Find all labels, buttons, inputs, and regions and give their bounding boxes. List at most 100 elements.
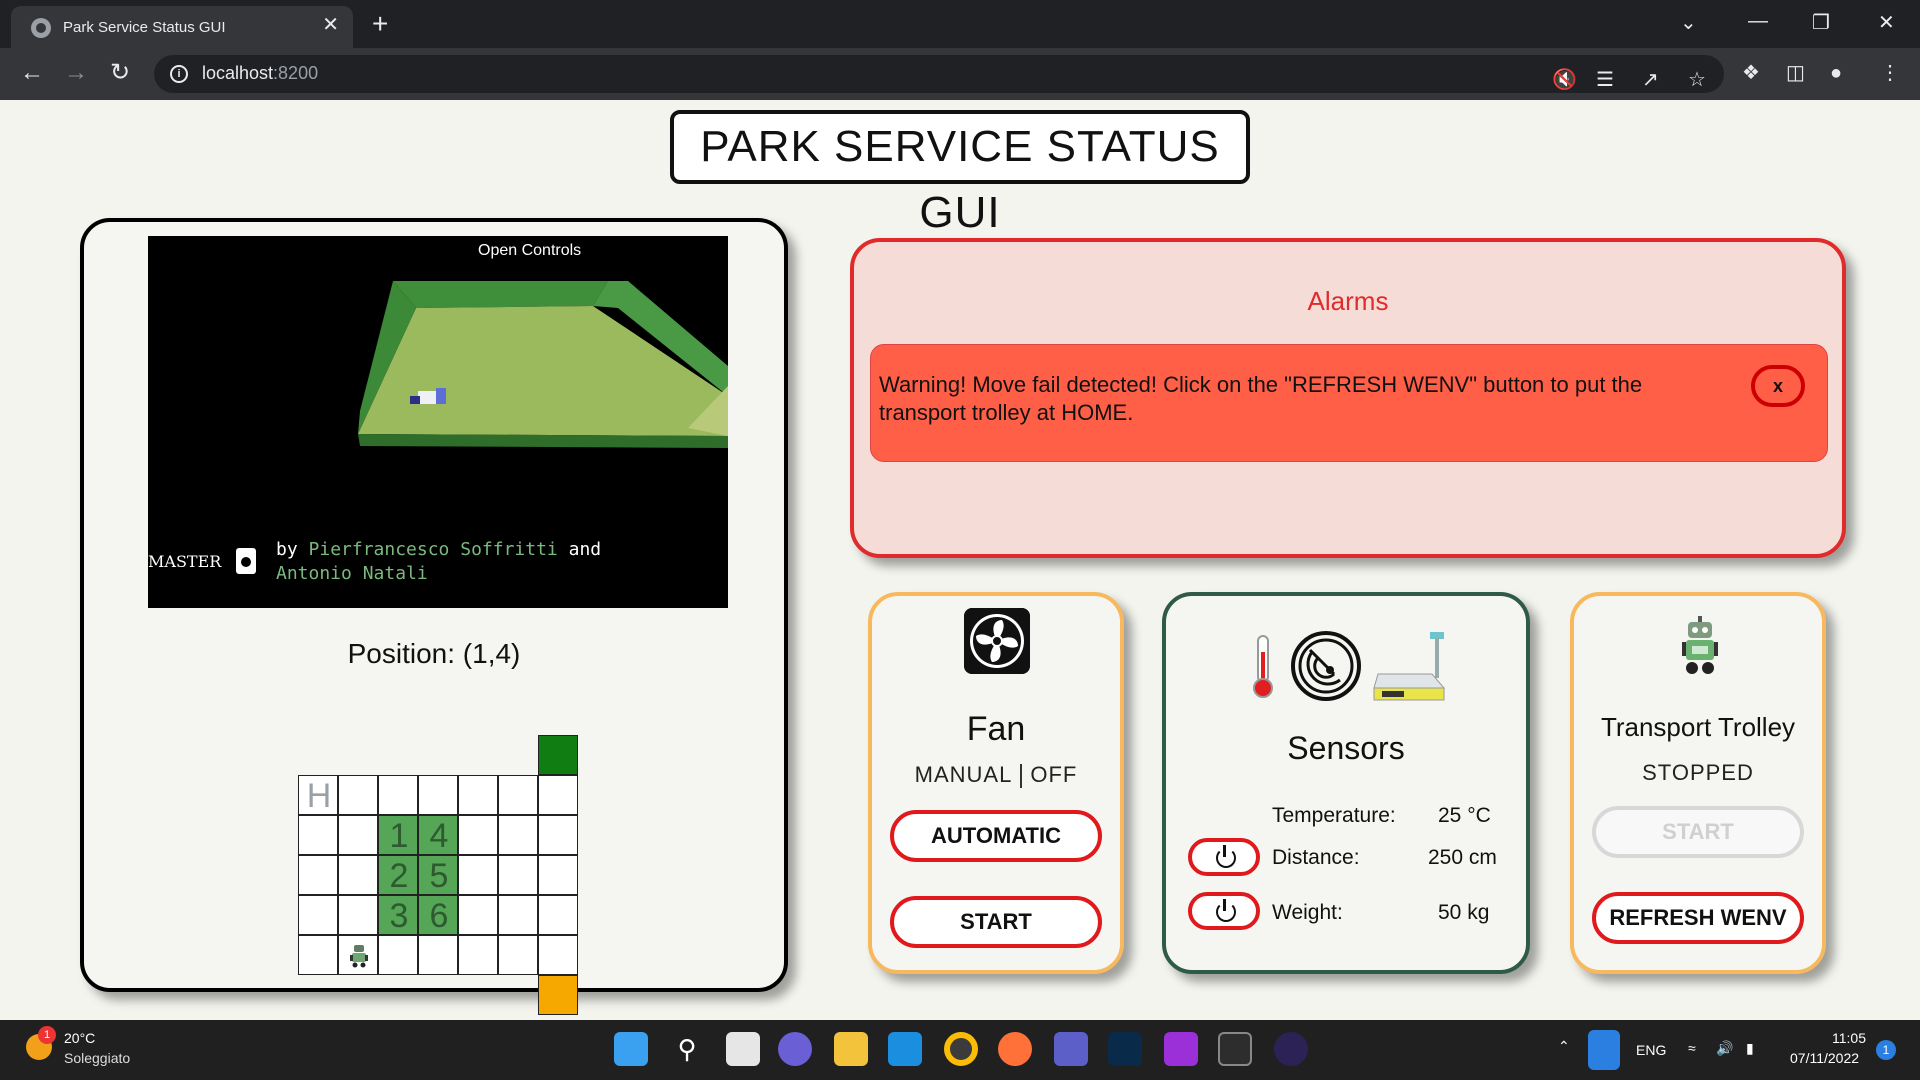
weather-description[interactable]: Soleggiato [64, 1050, 130, 1066]
bookmark-star-icon[interactable]: ☆ [1688, 69, 1706, 91]
map-cell [298, 895, 338, 935]
site-info-icon[interactable]: i [170, 65, 188, 83]
parking-slot-cell: 3 [378, 895, 418, 935]
start-menu-icon[interactable] [614, 1032, 648, 1066]
volume-icon[interactable]: 🔊 [1716, 1040, 1733, 1057]
forward-icon[interactable]: → [64, 60, 88, 86]
map-cell [458, 775, 498, 815]
minimize-button[interactable]: — [1748, 10, 1768, 33]
battery-icon[interactable]: ▮ [1746, 1040, 1754, 1057]
weight-scale-icon [1373, 632, 1446, 701]
map-cell [338, 895, 378, 935]
weight-label: Weight: [1272, 901, 1343, 924]
profile-icon[interactable]: ● [1830, 62, 1842, 84]
clock-time[interactable]: 11:05 [1832, 1030, 1866, 1046]
chat-icon[interactable] [778, 1032, 812, 1066]
map-cell [498, 775, 538, 815]
translate-icon[interactable]: ☰ [1596, 69, 1614, 91]
map-cell [538, 895, 578, 935]
trolley-cell [338, 935, 378, 975]
share-icon[interactable]: ↗ [1642, 69, 1659, 91]
home-label: H [306, 777, 332, 815]
map-cell [538, 775, 578, 815]
clock-date[interactable]: 07/11/2022 [1790, 1050, 1859, 1066]
slot-label: 4 [429, 817, 449, 855]
trolley-title: Transport Trolley [1600, 712, 1796, 742]
task-view-icon[interactable] [726, 1032, 760, 1066]
credits: by Pierfrancesco Soffritti and Antonio N… [276, 539, 602, 584]
map-cell [498, 895, 538, 935]
side-panel-icon[interactable]: ◫ [1786, 62, 1805, 84]
transport-trolley-card: Transport Trolley STOPPED START REFRESH … [1570, 592, 1826, 974]
scene-back-wall [393, 281, 608, 308]
map-cell [538, 855, 578, 895]
maximize-button[interactable]: ❐ [1812, 10, 1830, 35]
map-cell [538, 935, 578, 975]
master-label: MASTER [148, 552, 222, 571]
parking-slot-cell: 2 [378, 855, 418, 895]
trolley-start-button[interactable]: START [1592, 806, 1804, 858]
virtual-environment-view[interactable]: Open Controls MASTER by Pierfrancesco So… [148, 236, 728, 608]
slot-label: 2 [389, 857, 409, 895]
firefox-icon[interactable] [998, 1032, 1032, 1066]
close-window-button[interactable]: ✕ [1878, 10, 1895, 35]
weight-power-button[interactable] [1188, 892, 1260, 930]
refresh-wenv-button[interactable]: REFRESH WENV [1592, 892, 1804, 944]
fan-card: Fan MANUAL OFF AUTOMATIC START [868, 592, 1124, 974]
map-cell [378, 935, 418, 975]
microphone-icon[interactable] [1588, 1030, 1620, 1070]
parking-slot-cell: 6 [418, 895, 458, 935]
mail-icon[interactable] [888, 1032, 922, 1066]
show-hidden-icons[interactable]: ⌃ [1558, 1038, 1570, 1055]
back-icon[interactable]: ← [20, 60, 44, 86]
close-tab-icon[interactable]: ✕ [322, 15, 339, 35]
fan-start-button[interactable]: START [890, 896, 1102, 948]
temperature-value: 25 °C [1438, 804, 1491, 827]
environment-card: Open Controls MASTER by Pierfrancesco So… [80, 218, 788, 1015]
wifi-icon[interactable]: ≈ [1688, 1040, 1696, 1056]
map-cell [458, 935, 498, 975]
dismiss-alarm-button[interactable]: x [1751, 365, 1805, 407]
map-cell [498, 815, 538, 855]
terminal-icon[interactable] [1218, 1032, 1252, 1066]
fan-title: Fan [966, 710, 1026, 748]
map-cell [298, 815, 338, 855]
map-cell [418, 935, 458, 975]
distance-power-button[interactable] [1188, 838, 1260, 876]
map-cell [338, 815, 378, 855]
menu-icon[interactable]: ⋮ [1880, 62, 1900, 84]
new-tab-button[interactable]: + [372, 10, 388, 38]
open-controls-button[interactable]: Open Controls [478, 242, 581, 260]
search-icon[interactable]: ⚲ [670, 1032, 704, 1066]
parking-slot-cell: 5 [418, 855, 458, 895]
chrome-icon[interactable] [944, 1032, 978, 1066]
muted-media-icon[interactable]: 🔇 [1552, 69, 1577, 91]
language-indicator[interactable]: ENG [1636, 1042, 1666, 1058]
alarms-card: Alarms Warning! Move fail detected! Clic… [850, 238, 1846, 558]
map-cell [418, 775, 458, 815]
browser-tab[interactable]: Park Service Status GUI ✕ [11, 6, 353, 48]
tab-search-icon[interactable]: ⌄ [1680, 10, 1697, 35]
radar-sonar-icon [1291, 631, 1361, 701]
trolley-position-label: Position: (1,4) [347, 638, 521, 669]
home-cell: H [298, 775, 338, 815]
powershell-icon[interactable] [1108, 1032, 1142, 1066]
extensions-icon[interactable]: ❖ [1742, 62, 1760, 84]
master-toggle-icon[interactable] [236, 548, 256, 574]
slot-label: 1 [389, 817, 409, 855]
weather-temperature[interactable]: 20°C [64, 1030, 95, 1046]
parking-slot-cell: 4 [418, 815, 458, 855]
globe-icon [31, 18, 51, 38]
map-cell [498, 935, 538, 975]
eclipse-icon[interactable] [1274, 1032, 1308, 1066]
teams-icon[interactable] [1054, 1032, 1088, 1066]
fan-automatic-button[interactable]: AUTOMATIC [890, 810, 1102, 862]
map-cell [538, 815, 578, 855]
address-bar[interactable]: i localhost:8200 🔇 ☰ ↗ ☆ [154, 55, 1724, 93]
fan-mode-manual: MANUAL [914, 762, 1013, 787]
file-explorer-icon[interactable] [834, 1032, 868, 1066]
reload-icon[interactable]: ↻ [110, 60, 130, 86]
sensors-card: Sensors Temperature: 25 °C Distance: 250… [1162, 592, 1530, 974]
notification-badge[interactable]: 1 [1876, 1040, 1896, 1060]
app-icon[interactable] [1164, 1032, 1198, 1066]
